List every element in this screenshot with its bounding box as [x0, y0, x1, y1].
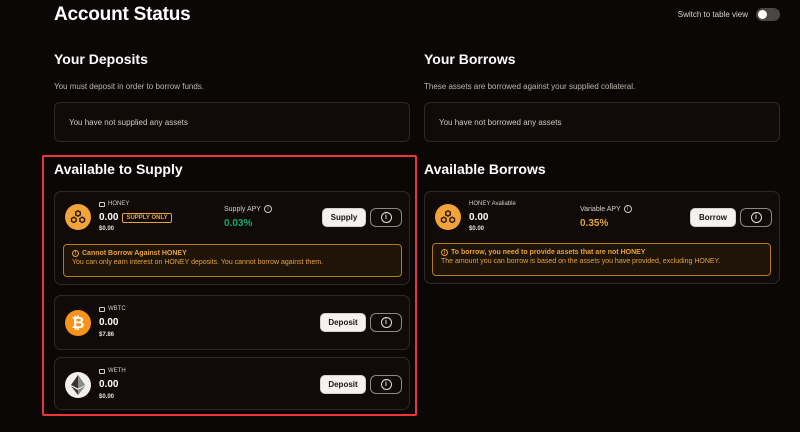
wallet-icon	[99, 368, 105, 374]
info-icon: i	[380, 212, 392, 223]
asset-name-row: WBTC	[99, 306, 126, 312]
bitcoin-icon: ₿	[65, 310, 91, 336]
asset-name-row: WETH	[99, 368, 126, 374]
deposits-title: Your Deposits	[54, 51, 148, 67]
info-icon[interactable]: i	[623, 205, 632, 213]
asset-symbol: HONEY	[108, 201, 130, 207]
warning-title-row: ! Cannot Borrow Against HONEY	[72, 250, 393, 257]
asset-usd-value: $0.00	[99, 226, 115, 232]
honey-icon	[435, 204, 461, 230]
asset-usd-value: $7.86	[99, 332, 115, 338]
honey-icon	[65, 204, 91, 230]
available-borrows-title: Available Borrows	[424, 161, 546, 177]
borrows-description: These assets are borrowed against your s…	[424, 82, 636, 91]
warning-body: You can only earn interest on HONEY depo…	[72, 259, 323, 266]
deposit-button[interactable]: Deposit	[320, 313, 366, 332]
wbtc-info-button[interactable]: i	[370, 313, 402, 332]
page-title: Account Status	[54, 4, 191, 25]
supply-apy-value: 0.03%	[224, 218, 253, 229]
info-icon: i	[380, 317, 392, 328]
supply-card-honey: HONEY 0.00 SUPPLY ONLY $0.00 Supply APY …	[54, 191, 410, 285]
borrow-button[interactable]: Borrow	[690, 208, 736, 227]
variable-apy-label-text: Variable APY	[580, 205, 621, 213]
honey-borrow-warning: ! Cannot Borrow Against HONEY You can on…	[63, 244, 402, 277]
asset-symbol: WBTC	[108, 306, 126, 312]
borrows-title: Your Borrows	[424, 51, 516, 67]
variable-apy-value: 0.35%	[580, 218, 609, 229]
borrow-available-label: HONEY Avaliable	[469, 201, 516, 207]
asset-amount-row: 0.00 SUPPLY ONLY	[99, 212, 172, 223]
warning-icon: !	[72, 250, 79, 257]
borrows-empty-box: You have not borrowed any assets	[424, 102, 780, 142]
table-view-toggle[interactable]	[756, 8, 780, 21]
asset-amount: 0.00	[99, 212, 119, 223]
honey-info-button[interactable]: i	[370, 208, 402, 227]
variable-apy-label: Variable APY i	[580, 205, 632, 213]
info-icon[interactable]: i	[263, 205, 272, 213]
wallet-icon	[99, 306, 105, 312]
borrow-amount: 0.00	[469, 212, 489, 223]
asset-symbol: WETH	[108, 368, 126, 374]
warning-title-row: i To borrow, you need to provide assets …	[441, 249, 762, 256]
warning-title: Cannot Borrow Against HONEY	[82, 250, 187, 257]
warning-title: To borrow, you need to provide assets th…	[451, 249, 646, 256]
warning-body: The amount you can borrow is based on th…	[441, 258, 721, 265]
supply-card-weth: WETH 0.00 $0.00 Deposit i	[54, 357, 410, 410]
asset-amount: 0.00	[99, 379, 119, 390]
supply-title: Available to Supply	[54, 161, 183, 177]
toggle-label: Switch to table view	[677, 10, 748, 19]
deposit-button[interactable]: Deposit	[320, 375, 366, 394]
supply-only-badge: SUPPLY ONLY	[122, 212, 172, 223]
deposits-empty-text: You have not supplied any assets	[69, 117, 188, 127]
supply-apy-label: Supply APY i	[224, 205, 272, 213]
deposits-empty-box: You have not supplied any assets	[54, 102, 410, 142]
warning-icon: i	[441, 249, 448, 256]
weth-info-button[interactable]: i	[370, 375, 402, 394]
wallet-icon	[99, 201, 105, 207]
borrow-usd-value: $0.00	[469, 226, 485, 232]
borrows-empty-text: You have not borrowed any assets	[439, 117, 562, 127]
asset-usd-value: $0.00	[99, 394, 115, 400]
table-view-toggle-group[interactable]: Switch to table view	[678, 8, 780, 21]
borrow-warning: i To borrow, you need to provide assets …	[432, 243, 771, 276]
info-icon: i	[380, 379, 392, 390]
toggle-knob	[758, 10, 767, 19]
deposits-description: You must deposit in order to borrow fund…	[54, 82, 205, 91]
supply-button[interactable]: Supply	[322, 208, 366, 227]
info-icon: i	[750, 212, 762, 223]
supply-card-wbtc: ₿ WBTC 0.00 $7.86 Deposit i	[54, 295, 410, 350]
ethereum-icon	[65, 372, 91, 398]
supply-apy-label-text: Supply APY	[224, 205, 261, 213]
asset-name-row: HONEY	[99, 201, 129, 207]
borrow-info-button[interactable]: i	[740, 208, 772, 227]
asset-amount: 0.00	[99, 317, 119, 328]
